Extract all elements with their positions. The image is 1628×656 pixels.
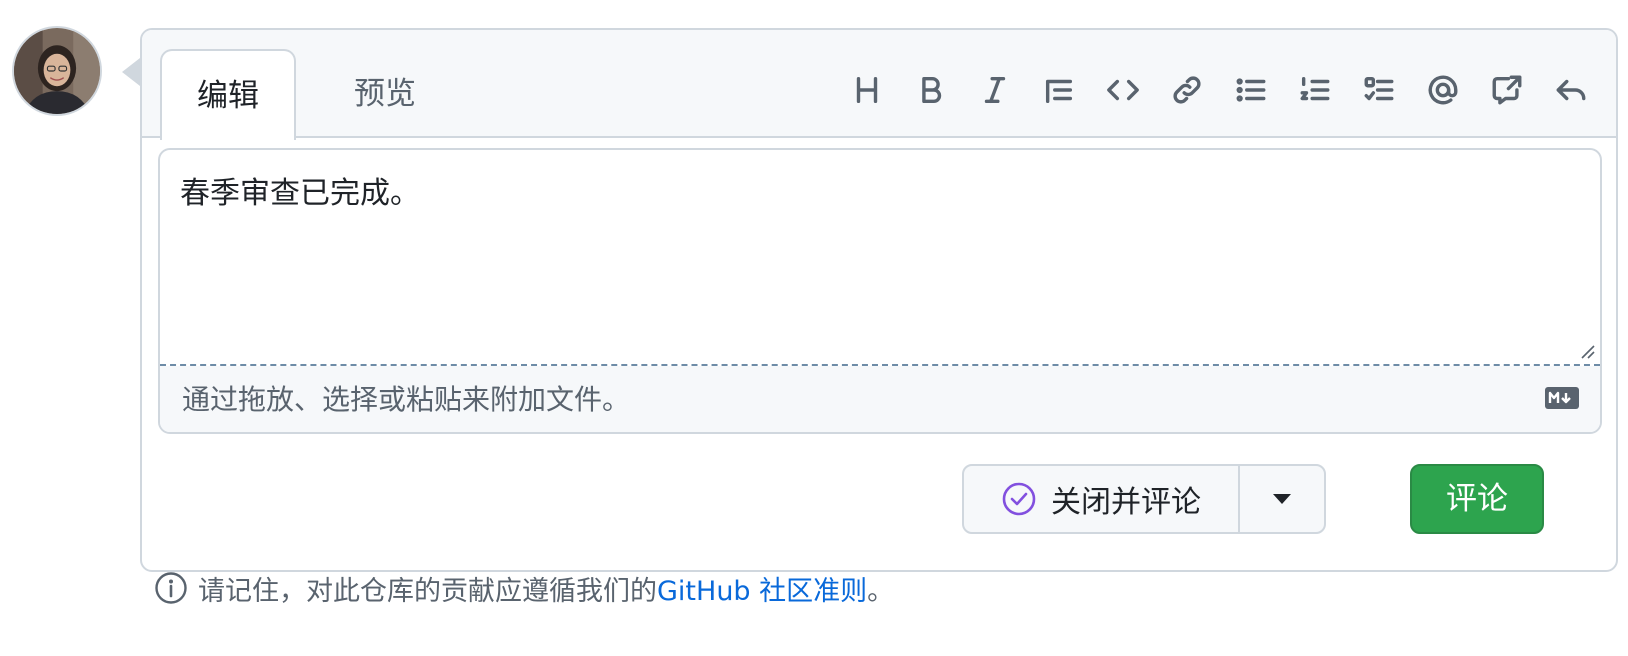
comment-button[interactable]: 评论 — [1410, 464, 1544, 534]
close-options-dropdown[interactable] — [1240, 466, 1324, 532]
close-and-comment-button[interactable]: 关闭并评论 — [964, 466, 1240, 532]
reply-icon — [1556, 79, 1586, 101]
link-icon — [1173, 76, 1201, 104]
mention-button[interactable] — [1420, 67, 1466, 113]
italic-icon — [984, 76, 1006, 104]
unordered-list-button[interactable] — [1228, 67, 1274, 113]
bold-button[interactable] — [908, 67, 954, 113]
contribution-notice: 请记住，对此仓库的贡献应遵循我们的GitHub 社区准则。 — [154, 566, 894, 610]
markdown-toolbar — [844, 66, 1594, 114]
task-list-icon — [1364, 76, 1394, 101]
comment-editor: 编辑 预览 春季审查已完成。 通过拖放、选择或粘贴来附加文件。 关闭并评论 评论 — [140, 28, 1618, 572]
avatar[interactable] — [12, 26, 102, 116]
comment-caret — [122, 58, 140, 86]
comment-textarea[interactable]: 春季审查已完成。 — [160, 150, 1600, 366]
italic-button[interactable] — [972, 67, 1018, 113]
quote-icon — [1045, 79, 1073, 104]
ordered-list-icon — [1300, 76, 1330, 101]
tab-preview[interactable]: 预览 — [320, 49, 450, 140]
unordered-list-icon — [1236, 78, 1266, 102]
task-list-button[interactable] — [1356, 67, 1402, 113]
heading-icon — [856, 76, 878, 104]
bold-icon — [922, 76, 942, 104]
attach-hint: 通过拖放、选择或粘贴来附加文件。 — [182, 383, 631, 416]
notice-text: 请记住，对此仓库的贡献应遵循我们的 — [198, 575, 657, 607]
info-icon — [155, 572, 187, 604]
markdown-icon[interactable] — [1544, 386, 1580, 410]
resize-handle-icon[interactable] — [1578, 342, 1596, 360]
close-and-comment-label: 关闭并评论 — [1051, 485, 1201, 520]
comment-textarea-wrapper: 春季审查已完成。 通过拖放、选择或粘贴来附加文件。 — [158, 148, 1602, 434]
avatar-image — [14, 28, 100, 114]
code-icon — [1107, 79, 1139, 101]
code-button[interactable] — [1100, 67, 1146, 113]
community-guidelines-link[interactable]: GitHub 社区准则 — [657, 576, 867, 607]
cross-reference-icon — [1492, 75, 1522, 105]
tab-edit[interactable]: 编辑 — [160, 49, 296, 140]
cross-reference-button[interactable] — [1484, 67, 1530, 113]
notice-suffix: 。 — [867, 575, 895, 607]
file-attachment-area[interactable]: 通过拖放、选择或粘贴来附加文件。 — [160, 366, 1600, 432]
ordered-list-button[interactable] — [1292, 67, 1338, 113]
mention-icon — [1428, 75, 1458, 105]
heading-button[interactable] — [844, 67, 890, 113]
caret-down-icon — [1273, 494, 1291, 504]
editor-header: 编辑 预览 — [142, 30, 1616, 140]
quote-button[interactable] — [1036, 67, 1082, 113]
reply-button[interactable] — [1548, 67, 1594, 113]
close-and-comment-group: 关闭并评论 — [962, 464, 1326, 534]
check-circle-icon — [1002, 482, 1036, 516]
link-button[interactable] — [1164, 67, 1210, 113]
